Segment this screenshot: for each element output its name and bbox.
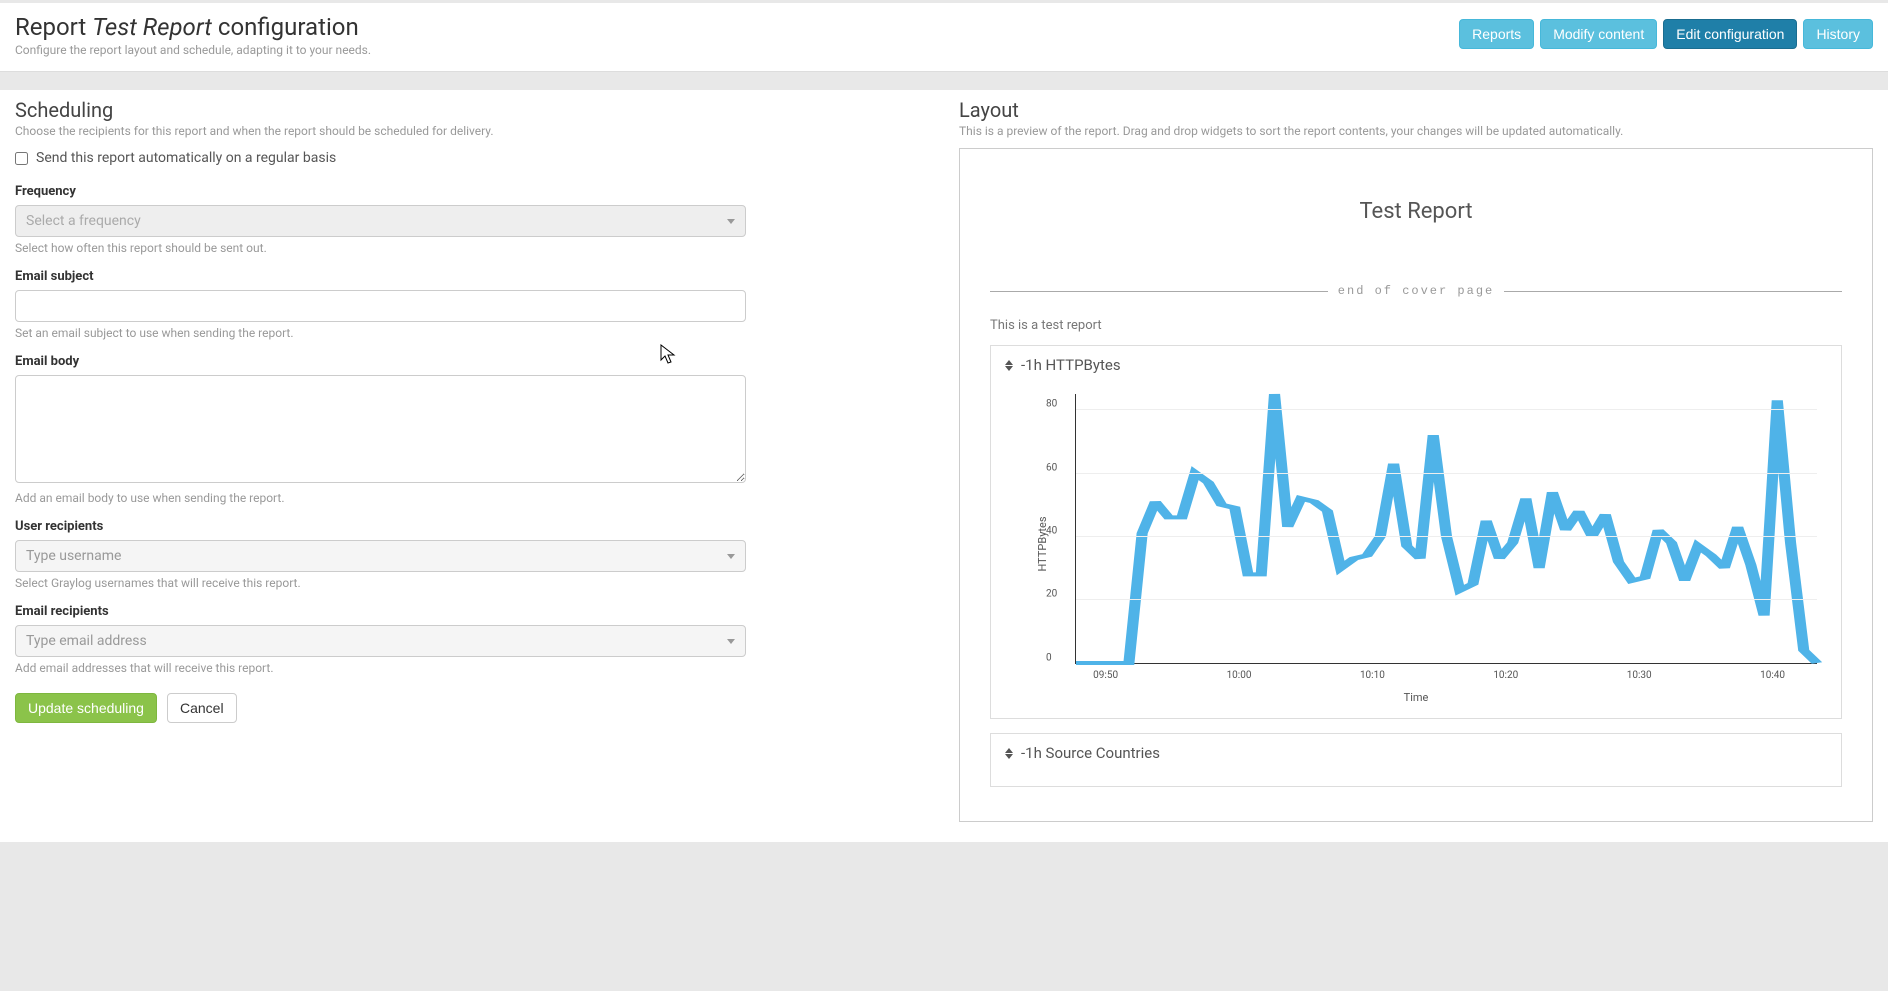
modify-content-button[interactable]: Modify content bbox=[1540, 19, 1657, 49]
chevron-down-icon bbox=[727, 554, 735, 559]
gridline bbox=[1076, 536, 1817, 537]
drag-handle-icon[interactable] bbox=[1005, 360, 1013, 371]
subject-group: Email subject Set an email subject to us… bbox=[15, 269, 929, 340]
divider-line bbox=[990, 291, 1328, 292]
widget-title: -1h Source Countries bbox=[1021, 744, 1160, 762]
line-chart-svg bbox=[1076, 394, 1817, 663]
gridline bbox=[1076, 409, 1817, 410]
scheduling-title: Scheduling bbox=[15, 90, 929, 122]
y-tick-label: 80 bbox=[1046, 399, 1057, 410]
user-recipients-select[interactable]: Type username bbox=[15, 540, 746, 572]
preview-frame: Test Report end of cover page This is a … bbox=[959, 148, 1873, 822]
scheduling-subtitle: Choose the recipients for this report an… bbox=[15, 124, 929, 138]
layout-column: Layout This is a preview of the report. … bbox=[959, 90, 1873, 822]
edit-configuration-button[interactable]: Edit configuration bbox=[1663, 19, 1797, 49]
subject-label: Email subject bbox=[15, 269, 929, 284]
widget-source-countries[interactable]: -1h Source Countries bbox=[990, 733, 1842, 787]
body-textarea[interactable] bbox=[15, 375, 746, 483]
drag-handle-icon[interactable] bbox=[1005, 748, 1013, 759]
frequency-label: Frequency bbox=[15, 184, 929, 199]
y-tick-label: 40 bbox=[1046, 525, 1057, 536]
auto-send-row: Send this report automatically on a regu… bbox=[15, 150, 929, 166]
y-tick-label: 0 bbox=[1046, 652, 1052, 663]
gridline bbox=[1076, 599, 1817, 600]
header-titles: Report Test Report configuration Configu… bbox=[15, 13, 371, 57]
form-actions: Update scheduling Cancel bbox=[15, 693, 929, 723]
user-recipients-group: User recipients Type username Select Gra… bbox=[15, 519, 929, 590]
email-recipients-label: Email recipients bbox=[15, 604, 929, 619]
history-button[interactable]: History bbox=[1803, 19, 1873, 49]
user-recipients-help: Select Graylog usernames that will recei… bbox=[15, 576, 746, 590]
frequency-placeholder: Select a frequency bbox=[26, 213, 141, 229]
page-title: Report Test Report configuration bbox=[15, 13, 371, 41]
title-name: Test Report bbox=[92, 13, 212, 41]
y-tick-label: 60 bbox=[1046, 462, 1057, 473]
x-tick-label: 10:00 bbox=[1227, 670, 1252, 681]
x-tick-label: 10:40 bbox=[1760, 670, 1785, 681]
frequency-group: Frequency Select a frequency Select how … bbox=[15, 184, 929, 255]
preview-description: This is a test report bbox=[990, 318, 1842, 333]
gridline bbox=[1076, 473, 1817, 474]
frequency-select[interactable]: Select a frequency bbox=[15, 205, 746, 237]
preview-report-title: Test Report bbox=[990, 199, 1842, 224]
subject-input[interactable] bbox=[15, 290, 746, 322]
title-prefix: Report bbox=[15, 13, 86, 41]
user-recipients-placeholder: Type username bbox=[26, 548, 121, 564]
cover-divider: end of cover page bbox=[990, 284, 1842, 298]
widget-header: -1h Source Countries bbox=[1005, 744, 1827, 762]
layout-subtitle: This is a preview of the report. Drag an… bbox=[959, 124, 1873, 138]
body-label: Email body bbox=[15, 354, 929, 369]
auto-send-label: Send this report automatically on a regu… bbox=[36, 150, 336, 166]
frequency-help: Select how often this report should be s… bbox=[15, 241, 746, 255]
subject-help: Set an email subject to use when sending… bbox=[15, 326, 746, 340]
widget-title: -1h HTTPBytes bbox=[1021, 356, 1121, 374]
body-group: Email body Add an email body to use when… bbox=[15, 354, 929, 505]
email-recipients-group: Email recipients Type email address Add … bbox=[15, 604, 929, 675]
x-axis-label: Time bbox=[1404, 691, 1429, 704]
x-tick-label: 10:30 bbox=[1627, 670, 1652, 681]
chart-series-line bbox=[1076, 394, 1817, 663]
main-content: Scheduling Choose the recipients for thi… bbox=[0, 90, 1888, 842]
y-tick-label: 20 bbox=[1046, 589, 1057, 600]
header-actions: Reports Modify content Edit configuratio… bbox=[1459, 19, 1873, 49]
user-recipients-label: User recipients bbox=[15, 519, 929, 534]
divider-line bbox=[1504, 291, 1842, 292]
reports-button[interactable]: Reports bbox=[1459, 19, 1534, 49]
page-subtitle: Configure the report layout and schedule… bbox=[15, 43, 371, 57]
x-tick-label: 09:50 bbox=[1093, 670, 1118, 681]
chevron-down-icon bbox=[727, 219, 735, 224]
update-scheduling-button[interactable]: Update scheduling bbox=[15, 693, 157, 723]
x-tick-label: 10:10 bbox=[1360, 670, 1385, 681]
widget-header: -1h HTTPBytes bbox=[1005, 356, 1827, 374]
email-recipients-select[interactable]: Type email address bbox=[15, 625, 746, 657]
scheduling-column: Scheduling Choose the recipients for thi… bbox=[15, 90, 929, 822]
title-suffix: configuration bbox=[218, 13, 359, 41]
chart-container: HTTPBytes Time 02040608009:5010:0010:101… bbox=[1005, 384, 1827, 704]
plot-area: 02040608009:5010:0010:1010:2010:3010:40 bbox=[1075, 394, 1817, 664]
widget-httpbytes[interactable]: -1h HTTPBytes HTTPBytes Time 02040608009… bbox=[990, 345, 1842, 719]
auto-send-checkbox[interactable] bbox=[15, 152, 28, 165]
email-recipients-placeholder: Type email address bbox=[26, 633, 147, 649]
chevron-down-icon bbox=[727, 639, 735, 644]
email-recipients-help: Add email addresses that will receive th… bbox=[15, 661, 746, 675]
layout-title: Layout bbox=[959, 90, 1873, 122]
cover-divider-text: end of cover page bbox=[1338, 284, 1494, 298]
cancel-button[interactable]: Cancel bbox=[167, 693, 237, 723]
body-help: Add an email body to use when sending th… bbox=[15, 491, 746, 505]
page-header: Report Test Report configuration Configu… bbox=[0, 0, 1888, 72]
x-tick-label: 10:20 bbox=[1493, 670, 1518, 681]
